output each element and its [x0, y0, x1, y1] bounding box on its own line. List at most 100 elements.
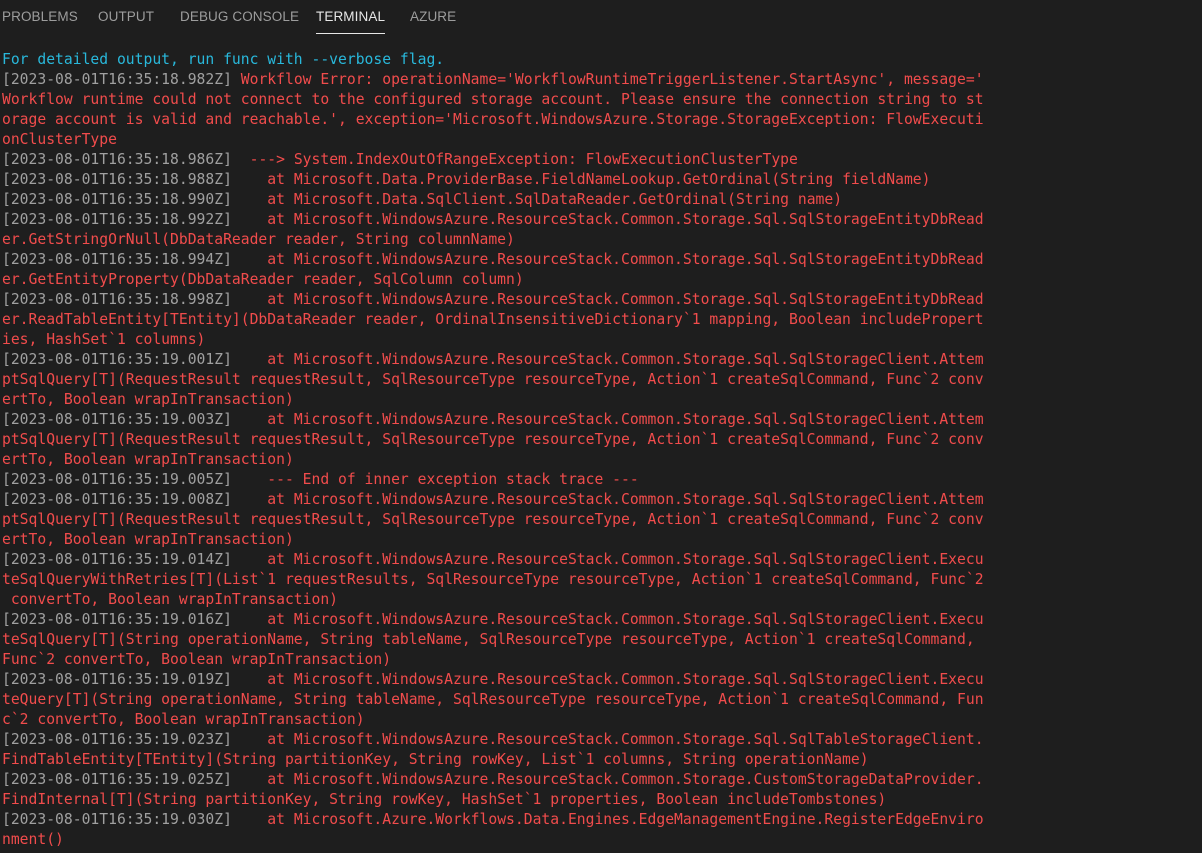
terminal-line: teQuery[T](String operationName, String … [2, 690, 1202, 710]
tab-output[interactable]: OUTPUT [98, 0, 154, 36]
error-text: er.GetEntityProperty(DbDataReader reader… [2, 271, 524, 288]
terminal-line: c`2 convertTo, Boolean wrapInTransaction… [2, 710, 1202, 730]
log-timestamp: [2023-08-01T16:35:19.025Z] [2, 771, 232, 788]
log-timestamp: [2023-08-01T16:35:19.003Z] [2, 411, 232, 428]
terminal-line: [2023-08-01T16:35:19.014Z] at Microsoft.… [2, 550, 1202, 570]
terminal-line: [2023-08-01T16:35:18.982Z] Workflow Erro… [2, 70, 1202, 90]
error-text: at Microsoft.WindowsAzure.ResourceStack.… [231, 351, 984, 368]
error-text: at Microsoft.WindowsAzure.ResourceStack.… [231, 731, 984, 748]
info-message: For detailed output, run func with --ver… [2, 51, 445, 68]
error-text: ertTo, Boolean wrapInTransaction) [2, 531, 294, 548]
terminal-line: [2023-08-01T16:35:19.005Z] --- End of in… [2, 470, 1202, 490]
terminal-line: ertTo, Boolean wrapInTransaction) [2, 450, 1202, 470]
log-timestamp: [2023-08-01T16:35:19.030Z] [2, 811, 232, 828]
panel-tab-bar: PROBLEMS OUTPUT DEBUG CONSOLE TERMINAL A… [0, 0, 1202, 36]
terminal-line: [2023-08-01T16:35:19.023Z] at Microsoft.… [2, 730, 1202, 750]
terminal-line: onClusterType [2, 130, 1202, 150]
terminal-line: teSqlQuery[T](String operationName, Stri… [2, 630, 1202, 650]
terminal-line: ptSqlQuery[T](RequestResult requestResul… [2, 430, 1202, 450]
error-text: at Microsoft.WindowsAzure.ResourceStack.… [231, 491, 984, 508]
log-timestamp: [2023-08-01T16:35:19.023Z] [2, 731, 232, 748]
terminal-line: teSqlQueryWithRetries[T](List`1 requestR… [2, 570, 1202, 590]
log-timestamp: [2023-08-01T16:35:19.014Z] [2, 551, 232, 568]
error-text: at Microsoft.Azure.Workflows.Data.Engine… [231, 811, 984, 828]
log-timestamp: [2023-08-01T16:35:18.990Z] [2, 191, 232, 208]
terminal-line: er.ReadTableEntity[TEntity](DbDataReader… [2, 310, 1202, 330]
terminal-line: [2023-08-01T16:35:18.992Z] at Microsoft.… [2, 210, 1202, 230]
error-text: at Microsoft.WindowsAzure.ResourceStack.… [231, 771, 984, 788]
log-timestamp: [2023-08-01T16:35:19.008Z] [2, 491, 232, 508]
terminal-line: FindInternal[T](String partitionKey, Str… [2, 790, 1202, 810]
error-text: Func`2 convertTo, Boolean wrapInTransact… [2, 651, 392, 668]
terminal-line: ptSqlQuery[T](RequestResult requestResul… [2, 370, 1202, 390]
terminal-line: ertTo, Boolean wrapInTransaction) [2, 390, 1202, 410]
terminal-line: nment() [2, 830, 1202, 850]
error-text: teSqlQuery[T](String operationName, Stri… [2, 631, 975, 648]
terminal-line: ertTo, Boolean wrapInTransaction) [2, 530, 1202, 550]
terminal-line: [2023-08-01T16:35:19.019Z] at Microsoft.… [2, 670, 1202, 690]
error-text: at Microsoft.Data.SqlClient.SqlDataReade… [231, 191, 843, 208]
error-text: at Microsoft.WindowsAzure.ResourceStack.… [231, 251, 984, 268]
error-text: onClusterType [2, 131, 117, 148]
terminal-line: er.GetStringOrNull(DbDataReader reader, … [2, 230, 1202, 250]
error-text: at Microsoft.WindowsAzure.ResourceStack.… [231, 611, 984, 628]
log-timestamp: [2023-08-01T16:35:19.016Z] [2, 611, 232, 628]
error-text: ptSqlQuery[T](RequestResult requestResul… [2, 511, 984, 528]
tab-problems[interactable]: PROBLEMS [2, 0, 78, 36]
terminal-line: orage account is valid and reachable.', … [2, 110, 1202, 130]
tab-terminal[interactable]: TERMINAL [316, 0, 386, 36]
error-text: convertTo, Boolean wrapInTransaction) [2, 591, 339, 608]
error-text: at Microsoft.WindowsAzure.ResourceStack.… [231, 671, 984, 688]
terminal-line: [2023-08-01T16:35:19.025Z] at Microsoft.… [2, 770, 1202, 790]
error-text: teQuery[T](String operationName, String … [2, 691, 984, 708]
log-timestamp: [2023-08-01T16:35:19.005Z] [2, 471, 232, 488]
log-timestamp: [2023-08-01T16:35:18.992Z] [2, 211, 232, 228]
error-text: at Microsoft.WindowsAzure.ResourceStack.… [231, 211, 984, 228]
error-text: at Microsoft.Data.ProviderBase.FieldName… [231, 171, 931, 188]
error-text: ertTo, Boolean wrapInTransaction) [2, 451, 294, 468]
terminal-output[interactable]: For detailed output, run func with --ver… [2, 50, 1202, 853]
terminal-line: [2023-08-01T16:35:19.001Z] at Microsoft.… [2, 350, 1202, 370]
error-text: er.ReadTableEntity[TEntity](DbDataReader… [2, 311, 984, 328]
terminal-line: [2023-08-01T16:35:18.986Z] ---> System.I… [2, 150, 1202, 170]
terminal-line: [2023-08-01T16:35:19.003Z] at Microsoft.… [2, 410, 1202, 430]
terminal-line: [2023-08-01T16:35:18.994Z] at Microsoft.… [2, 250, 1202, 270]
terminal-line: convertTo, Boolean wrapInTransaction) [2, 590, 1202, 610]
log-timestamp: [2023-08-01T16:35:19.019Z] [2, 671, 232, 688]
error-text: Workflow runtime could not connect to th… [2, 91, 984, 108]
terminal-line: ptSqlQuery[T](RequestResult requestResul… [2, 510, 1202, 530]
log-timestamp: [2023-08-01T16:35:18.998Z] [2, 291, 232, 308]
terminal-line: FindTableEntity[TEntity](String partitio… [2, 750, 1202, 770]
log-timestamp: [2023-08-01T16:35:19.001Z] [2, 351, 232, 368]
terminal-line: Func`2 convertTo, Boolean wrapInTransact… [2, 650, 1202, 670]
terminal-line: [2023-08-01T16:35:19.008Z] at Microsoft.… [2, 490, 1202, 510]
terminal-panel: PROBLEMS OUTPUT DEBUG CONSOLE TERMINAL A… [0, 0, 1202, 853]
error-text: --- End of inner exception stack trace -… [231, 471, 639, 488]
error-text: ptSqlQuery[T](RequestResult requestResul… [2, 371, 984, 388]
terminal-line: For detailed output, run func with --ver… [2, 50, 1202, 70]
log-timestamp: [2023-08-01T16:35:18.982Z] [2, 71, 232, 88]
tab-azure[interactable]: AZURE [410, 0, 456, 36]
terminal-line: [2023-08-01T16:35:18.990Z] at Microsoft.… [2, 190, 1202, 210]
error-text: at Microsoft.WindowsAzure.ResourceStack.… [231, 291, 984, 308]
error-text: at Microsoft.WindowsAzure.ResourceStack.… [231, 411, 984, 428]
error-text: orage account is valid and reachable.', … [2, 111, 984, 128]
error-text: Workflow Error: operationName='WorkflowR… [231, 71, 984, 88]
terminal-line: [2023-08-01T16:35:18.998Z] at Microsoft.… [2, 290, 1202, 310]
tab-debug-console[interactable]: DEBUG CONSOLE [180, 0, 299, 36]
error-text: c`2 convertTo, Boolean wrapInTransaction… [2, 711, 365, 728]
error-text: ies, HashSet`1 columns) [2, 331, 206, 348]
terminal-line: Workflow runtime could not connect to th… [2, 90, 1202, 110]
error-text: er.GetStringOrNull(DbDataReader reader, … [2, 231, 515, 248]
error-text: nment() [2, 831, 64, 848]
error-text: ---> System.IndexOutOfRangeException: Fl… [231, 151, 798, 168]
terminal-line: [2023-08-01T16:35:19.030Z] at Microsoft.… [2, 810, 1202, 830]
error-text: ertTo, Boolean wrapInTransaction) [2, 391, 294, 408]
log-timestamp: [2023-08-01T16:35:18.988Z] [2, 171, 232, 188]
error-text: teSqlQueryWithRetries[T](List`1 requestR… [2, 571, 984, 588]
log-timestamp: [2023-08-01T16:35:18.986Z] [2, 151, 232, 168]
terminal-line: er.GetEntityProperty(DbDataReader reader… [2, 270, 1202, 290]
terminal-line: ies, HashSet`1 columns) [2, 330, 1202, 350]
terminal-line: [2023-08-01T16:35:18.988Z] at Microsoft.… [2, 170, 1202, 190]
log-timestamp: [2023-08-01T16:35:18.994Z] [2, 251, 232, 268]
